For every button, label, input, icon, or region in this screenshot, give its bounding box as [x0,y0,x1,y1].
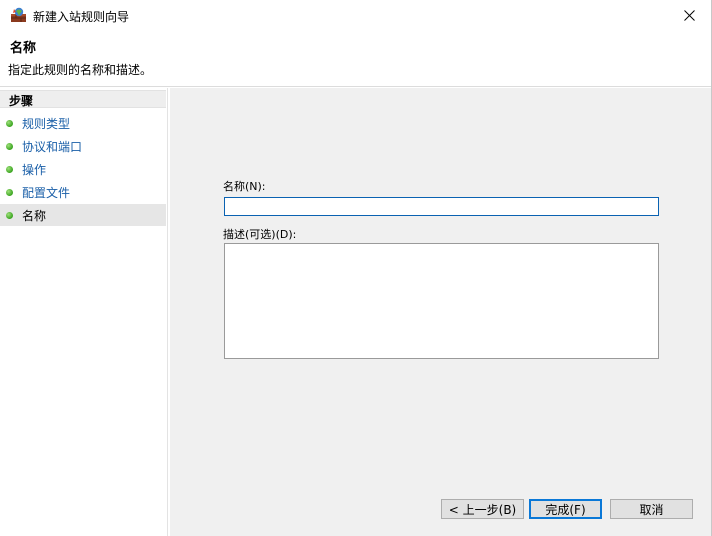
close-icon [683,9,695,21]
step-label: 操作 [22,163,47,177]
name-input[interactable] [224,197,659,216]
firewall-icon [10,7,27,23]
step-status-icon [6,212,13,219]
back-button[interactable]: < 上一步(B) [441,499,524,519]
wizard-window: 新建入站规则向导 名称 指定此规则的名称和描述。 步骤 规则类型 协议和端口 操… [0,0,712,536]
name-label: 名称(N): [223,180,266,193]
page-header: 名称 指定此规则的名称和描述。 [0,30,711,87]
steps-heading: 步骤 [0,90,166,108]
step-name: 名称 [0,204,166,226]
step-label: 名称 [22,209,47,223]
step-label: 配置文件 [22,186,71,200]
step-action[interactable]: 操作 [0,158,166,180]
step-status-icon [6,143,13,150]
step-status-icon [6,189,13,196]
content-panel: 名称(N): 描述(可选)(D): < 上一步(B) 完成(F) 取消 [170,88,711,536]
step-protocol-ports[interactable]: 协议和端口 [0,135,166,157]
window-title: 新建入站规则向导 [33,10,130,24]
description-label: 描述(可选)(D): [223,228,297,241]
step-label: 规则类型 [22,117,71,131]
step-rule-type[interactable]: 规则类型 [0,112,166,134]
cancel-button[interactable]: 取消 [610,499,693,519]
steps-heading-label: 步骤 [9,94,34,108]
description-input[interactable] [224,243,659,359]
close-button[interactable] [666,0,711,30]
title-bar: 新建入站规则向导 [0,0,711,30]
step-status-icon [6,120,13,127]
page-title: 名称 [10,41,37,56]
steps-sidebar: 步骤 规则类型 协议和端口 操作 配置文件 名称 [0,88,168,536]
step-label: 协议和端口 [22,140,83,154]
step-status-icon [6,166,13,173]
page-description: 指定此规则的名称和描述。 [8,63,153,77]
finish-button[interactable]: 完成(F) [529,499,602,519]
step-profile[interactable]: 配置文件 [0,181,166,203]
